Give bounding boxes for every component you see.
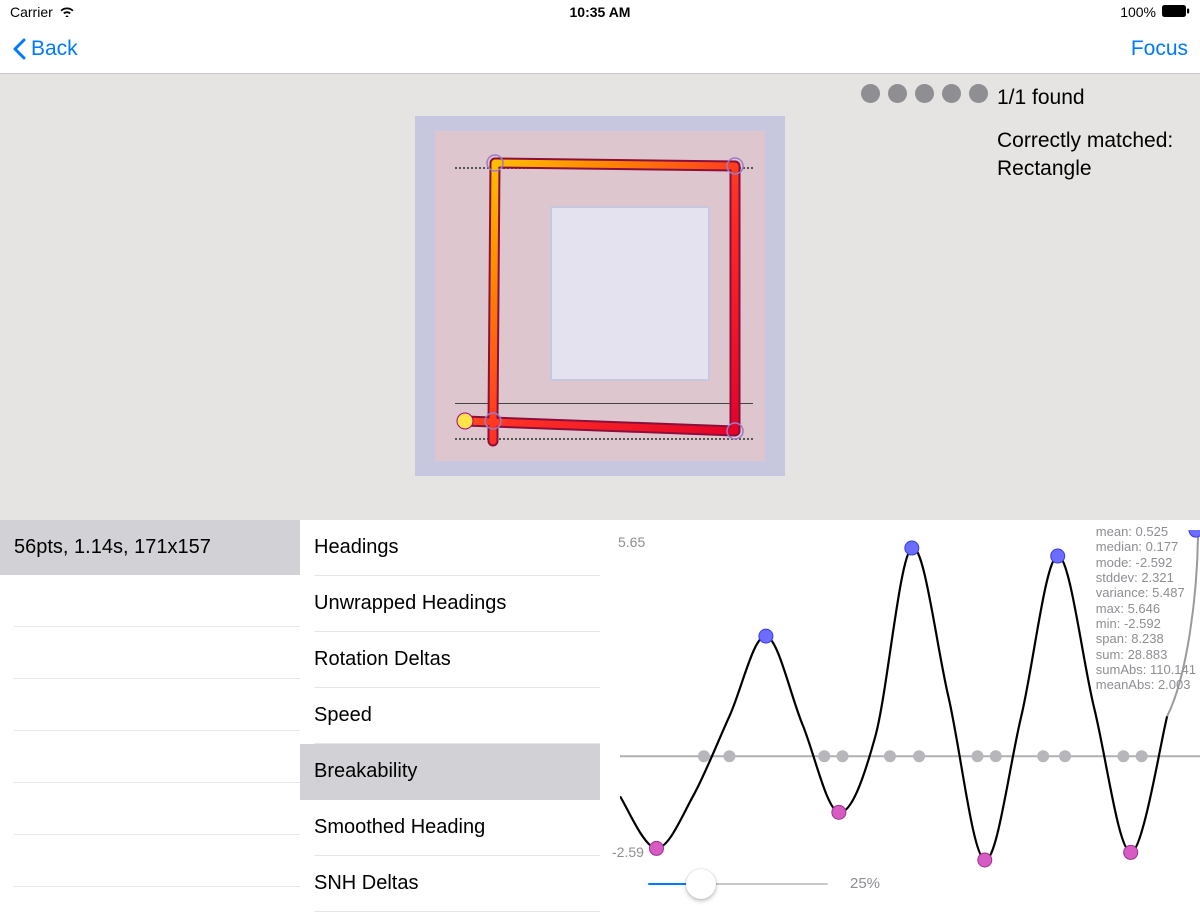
metric-rotation-deltas[interactable]: Rotation Deltas	[314, 632, 600, 688]
result-match-label: Correctly matched:	[997, 127, 1192, 154]
stat-mean: mean: 0.525	[1096, 524, 1196, 539]
stat-stddev: stddev: 2.321	[1096, 570, 1196, 585]
detail-panel: 56pts, 1.14s, 171x157 Headings Unwrapped…	[0, 520, 1200, 900]
stat-sumabs: sumAbs: 110.141	[1096, 662, 1196, 677]
metric-headings[interactable]: Headings	[314, 520, 600, 576]
metric-unwrapped-headings[interactable]: Unwrapped Headings	[314, 576, 600, 632]
chart-panel: 5.65 -2.59 mean: 0.525 median: 0.177 mod…	[600, 520, 1200, 900]
focus-button[interactable]: Focus	[1131, 37, 1188, 61]
stat-min: min: -2.592	[1096, 616, 1196, 631]
stroke-summary-cell[interactable]: 56pts, 1.14s, 171x157	[0, 520, 300, 575]
metric-snh-deltas[interactable]: SNH Deltas	[314, 856, 600, 912]
smoothing-control: 25%	[648, 875, 880, 892]
stat-meanabs: meanAbs: 2.003	[1096, 677, 1196, 692]
stroke-preview	[415, 116, 785, 476]
list-item[interactable]	[14, 679, 300, 731]
stat-span: span: 8.238	[1096, 631, 1196, 646]
chevron-left-icon	[12, 38, 28, 62]
indicator-dot[interactable]	[915, 84, 934, 103]
result-match-value: Rectangle	[997, 155, 1192, 182]
indicator-dot[interactable]	[861, 84, 880, 103]
stat-sum: sum: 28.883	[1096, 647, 1196, 662]
stat-median: median: 0.177	[1096, 539, 1196, 554]
metric-breakability[interactable]: Breakability	[300, 744, 600, 800]
indicator-dot[interactable]	[942, 84, 961, 103]
result-summary: 1/1 found Correctly matched: Rectangle	[997, 84, 1192, 182]
page-indicator[interactable]	[861, 84, 988, 103]
list-item[interactable]	[14, 731, 300, 783]
smoothing-slider[interactable]	[648, 883, 828, 885]
list-item[interactable]	[14, 783, 300, 835]
list-item[interactable]	[14, 575, 300, 627]
indicator-dot[interactable]	[969, 84, 988, 103]
stat-mode: mode: -2.592	[1096, 555, 1196, 570]
result-found: 1/1 found	[997, 84, 1192, 111]
clock: 10:35 AM	[0, 4, 1200, 20]
back-button[interactable]: Back	[12, 37, 78, 61]
metric-speed[interactable]: Speed	[314, 688, 600, 744]
stat-max: max: 5.646	[1096, 601, 1196, 616]
chart-stats: mean: 0.525 median: 0.177 mode: -2.592 s…	[1096, 524, 1196, 693]
smoothing-value: 25%	[850, 875, 880, 892]
stat-variance: variance: 5.487	[1096, 585, 1196, 600]
preview-area: 1/1 found Correctly matched: Rectangle	[0, 74, 1200, 520]
indicator-dot[interactable]	[888, 84, 907, 103]
status-bar: Carrier 10:35 AM 100%	[0, 0, 1200, 24]
stroke-list[interactable]: 56pts, 1.14s, 171x157	[0, 520, 300, 900]
stroke-path	[435, 131, 765, 461]
metric-list[interactable]: Headings Unwrapped Headings Rotation Del…	[300, 520, 600, 900]
list-item[interactable]	[14, 627, 300, 679]
back-label: Back	[31, 37, 78, 61]
metric-smoothed-heading[interactable]: Smoothed Heading	[314, 800, 600, 856]
nav-bar: Back Focus	[0, 24, 1200, 74]
list-item[interactable]	[14, 835, 300, 887]
